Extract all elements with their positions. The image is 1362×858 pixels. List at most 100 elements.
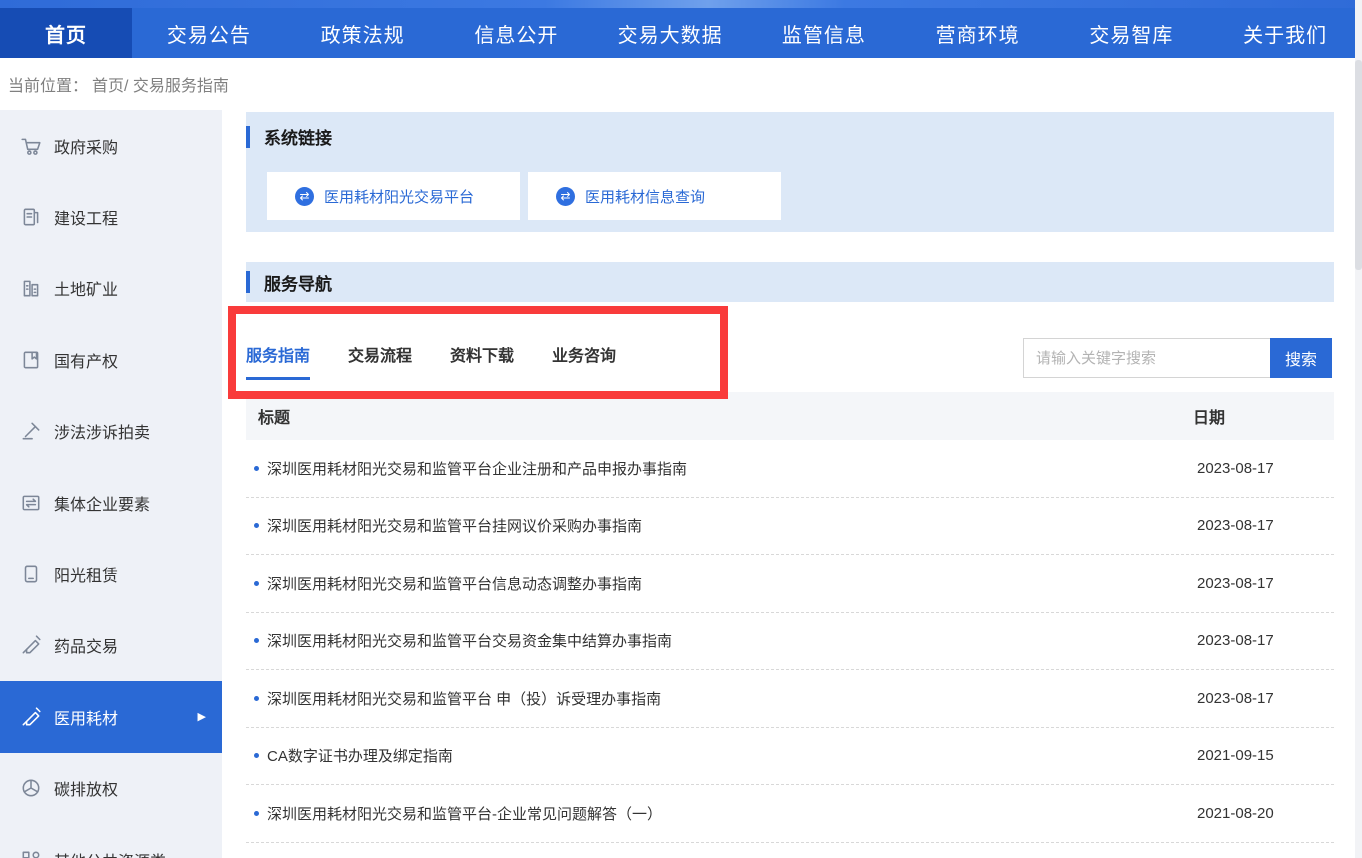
gavel-icon [20,420,42,442]
scrollbar-thumb[interactable] [1355,60,1362,270]
search-box: 搜索 [1023,338,1332,378]
search-button[interactable]: 搜索 [1270,338,1332,378]
row-title-link[interactable]: 深圳医用耗材阳光交易和监管平台-企业常见问题解答（一） [267,803,662,824]
carbon-icon [20,777,42,799]
tablet-icon [20,563,42,585]
sidebar-item-label: 药品交易 [54,633,118,657]
row-date: 2023-08-17 [1197,575,1274,592]
cart-icon [20,135,42,157]
sidebar-item-label: 国有产权 [54,348,118,372]
building-icon [20,277,42,299]
syringe-icon [20,706,42,728]
table-row: 深圳医用耗材阳光交易和监管平台信息动态调整办事指南 2023-08-17 [246,555,1334,613]
table-row: 深圳医用耗材阳光交易和监管平台企业注册和产品申报办事指南 2023-08-17 [246,440,1334,498]
table-row: 深圳医用耗材阳光交易和监管平台 申（投）诉受理办事指南 2023-08-17 [246,670,1334,728]
sidebar-item-label: 土地矿业 [54,276,118,300]
service-tabs: 服务指南 交易流程 资料下载 业务咨询 [246,310,616,398]
system-links-title: 系统链接 [246,112,1334,149]
certificate-icon [20,349,42,371]
bullet-icon [254,581,259,586]
sidebar-item-label: 涉法涉诉拍卖 [54,419,150,443]
service-nav-section: 服务导航 [246,262,1334,302]
row-date: 2021-08-20 [1197,805,1274,822]
row-title-link[interactable]: 深圳医用耗材阳光交易和监管平台信息动态调整办事指南 [267,573,642,594]
sidebar-item-other-public-resources[interactable]: 其他公共资源类 [0,824,222,858]
category-sidebar: 政府采购 建设工程 土地矿业 国有产权 涉法涉诉拍卖 集体企业要素 阳光租赁 [0,110,222,858]
sidebar-item-label: 集体企业要素 [54,491,150,515]
sidebar-item-land-mining[interactable]: 土地矿业 [0,253,222,324]
sidebar-item-carbon-emission[interactable]: 碳排放权 [0,753,222,824]
window-arrows-icon [20,492,42,514]
tab-trading-process[interactable]: 交易流程 [348,324,412,384]
breadcrumb-path[interactable]: 首页/ 交易服务指南 [92,72,229,96]
sidebar-item-label: 政府采购 [54,134,118,158]
grid-icon [20,849,42,858]
column-header-date: 日期 [1193,404,1225,428]
bullet-icon [254,811,259,816]
document-icon [20,206,42,228]
sidebar-item-state-owned-property[interactable]: 国有产权 [0,324,222,395]
service-nav-title: 服务导航 [246,262,1334,302]
title-accent-bar [246,126,250,148]
nav-item-home[interactable]: 首页 [0,8,132,58]
row-date: 2023-08-17 [1197,460,1274,477]
row-date: 2023-08-17 [1197,517,1274,534]
syringe-icon [20,634,42,656]
system-link-cards: ⇄ 医用耗材阳光交易平台 ⇄ 医用耗材信息查询 [267,172,781,220]
table-header: 标题 日期 [246,392,1334,440]
nav-item-announcements[interactable]: 交易公告 [132,8,286,58]
sidebar-item-construction[interactable]: 建设工程 [0,181,222,252]
row-title-link[interactable]: 深圳医用耗材阳光交易和监管平台挂网议价采购办事指南 [267,515,642,536]
nav-item-policies[interactable]: 政策法规 [286,8,440,58]
nav-item-bigdata[interactable]: 交易大数据 [593,8,747,58]
tab-material-download[interactable]: 资料下载 [450,324,514,384]
nav-item-business-env[interactable]: 营商环境 [901,8,1055,58]
row-title-link[interactable]: 深圳医用耗材阳光交易和监管平台企业注册和产品申报办事指南 [267,458,687,479]
breadcrumb: 当前位置： 首页/ 交易服务指南 [0,58,1362,110]
column-header-title: 标题 [246,404,290,428]
link-card-trading-platform[interactable]: ⇄ 医用耗材阳光交易平台 [267,172,520,220]
breadcrumb-label: 当前位置： [8,72,88,96]
banner-image-sliver [0,0,1362,8]
row-date: 2021-09-15 [1197,747,1274,764]
sidebar-item-medical-consumables[interactable]: 医用耗材 ▶ [0,681,222,752]
section-title-text: 系统链接 [264,124,332,149]
sidebar-item-collective-enterprise[interactable]: 集体企业要素 [0,467,222,538]
exchange-icon: ⇄ [556,187,575,206]
row-date: 2023-08-17 [1197,690,1274,707]
table-row: 深圳医用耗材阳光交易和监管平台挂网议价采购办事指南 2023-08-17 [246,498,1334,556]
tabs-row: 服务指南 交易流程 资料下载 业务咨询 搜索 [246,310,1334,398]
scrollbar[interactable] [1355,0,1362,858]
sidebar-item-judicial-auction[interactable]: 涉法涉诉拍卖 [0,396,222,467]
bullet-icon [254,638,259,643]
row-title-link[interactable]: CA数字证书办理及绑定指南 [267,745,453,766]
sidebar-item-label: 建设工程 [54,205,118,229]
top-navigation: 首页 交易公告 政策法规 信息公开 交易大数据 监管信息 营商环境 交易智库 关… [0,8,1362,58]
nav-item-supervision[interactable]: 监管信息 [747,8,901,58]
search-input[interactable] [1023,338,1270,378]
sidebar-item-label: 碳排放权 [54,776,118,800]
nav-item-information[interactable]: 信息公开 [440,8,594,58]
row-title-link[interactable]: 深圳医用耗材阳光交易和监管平台交易资金集中结算办事指南 [267,630,672,651]
bullet-icon [254,523,259,528]
sidebar-item-government-procurement[interactable]: 政府采购 [0,110,222,181]
row-date: 2023-08-17 [1197,632,1274,649]
link-card-info-query[interactable]: ⇄ 医用耗材信息查询 [528,172,781,220]
main-content: 系统链接 ⇄ 医用耗材阳光交易平台 ⇄ 医用耗材信息查询 服务导航 服 [246,110,1334,858]
chevron-right-icon: ▶ [198,710,206,723]
bullet-icon [254,753,259,758]
sidebar-item-label: 医用耗材 [54,705,118,729]
nav-item-think-tank[interactable]: 交易智库 [1055,8,1209,58]
sidebar-item-sunshine-leasing[interactable]: 阳光租赁 [0,538,222,609]
row-title-link[interactable]: 深圳医用耗材阳光交易和监管平台 申（投）诉受理办事指南 [267,688,661,709]
table-row: 深圳医用耗材阳光交易和监管平台交易资金集中结算办事指南 2023-08-17 [246,613,1334,671]
page: 首页 交易公告 政策法规 信息公开 交易大数据 监管信息 营商环境 交易智库 关… [0,0,1362,858]
sidebar-item-label: 阳光租赁 [54,562,118,586]
sidebar-item-label: 其他公共资源类 [54,848,166,858]
nav-item-about-us[interactable]: 关于我们 [1208,8,1362,58]
tab-business-consulting[interactable]: 业务咨询 [552,324,616,384]
link-label: 医用耗材阳光交易平台 [324,186,474,207]
exchange-icon: ⇄ [295,187,314,206]
sidebar-item-drug-trading[interactable]: 药品交易 [0,610,222,681]
tab-service-guide[interactable]: 服务指南 [246,324,310,384]
